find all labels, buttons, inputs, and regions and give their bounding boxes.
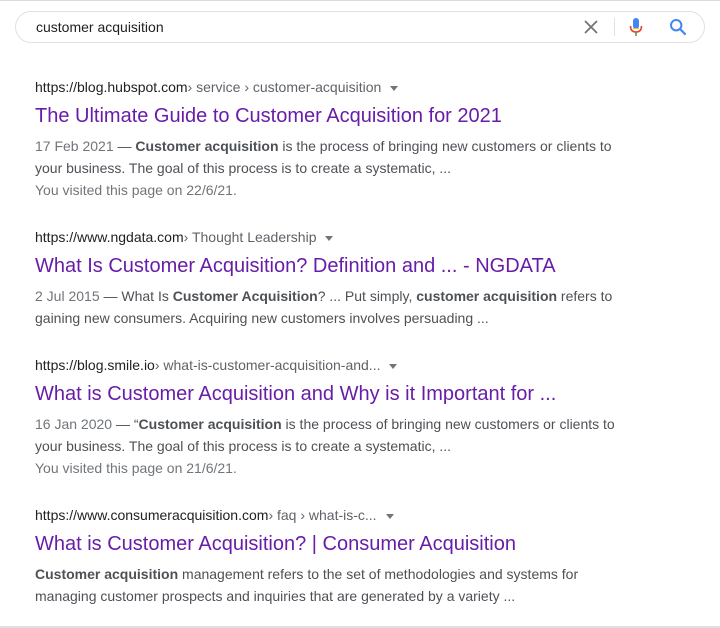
snippet-text: gaining new consumers. Acquiring new cus… [35,310,489,326]
microphone-icon[interactable] [624,15,648,39]
result-domain: https://www.ngdata.com [35,229,184,245]
snippet-text: ? ... Put simply, [317,288,417,304]
result-title-link[interactable]: The Ultimate Guide to Customer Acquisiti… [35,103,635,129]
result-url[interactable]: https://blog.hubspot.com › service › cus… [35,77,635,97]
more-options-arrow-icon[interactable] [389,363,398,369]
snippet-text: What Is [121,288,173,304]
result-title-link[interactable]: What is Customer Acquisition? | Consumer… [35,531,635,557]
snippet-dash: — [113,138,136,154]
snippet-dash: — “ [112,416,139,432]
snippet-text: your business. The goal of this process … [35,160,452,176]
snippet-text: refers to [557,288,613,304]
snippet-highlight: Customer Acquisition [172,288,318,304]
search-result: https://www.consumeracquisition.com › fa… [35,505,635,607]
result-breadcrumb: › faq › what-is-c... [268,507,377,523]
snippet-text: is the process of bringing new customers… [278,138,612,154]
snippet-highlight: Customer acquisition [135,138,279,154]
search-box-divider [614,18,615,36]
snippet-text: management refers to the set of methodol… [178,566,579,582]
result-url[interactable]: https://blog.smile.io › what-is-customer… [35,355,635,375]
result-domain: https://blog.hubspot.com [35,79,188,95]
visited-note: You visited this page on 21/6/21. [35,460,237,476]
result-url[interactable]: https://www.ngdata.com › Thought Leaders… [35,227,635,247]
search-result: https://blog.hubspot.com › service › cus… [35,77,635,201]
snippet-dash: — [99,288,122,304]
result-breadcrumb: › Thought Leadership [183,229,317,245]
more-options-arrow-icon[interactable] [325,235,334,241]
result-breadcrumb: › what-is-customer-acquisition-and... [154,357,381,373]
search-result: https://www.ngdata.com › Thought Leaders… [35,227,635,329]
result-date: 16 Jan 2020 [35,416,113,432]
snippet-text: managing customer prospects and inquirie… [35,588,516,604]
snippet-text: is the process of bringing new customers… [281,416,615,432]
result-date: 2 Jul 2015 [35,288,100,304]
result-domain: https://www.consumeracquisition.com [35,507,269,523]
snippet-highlight: Customer acquisition [35,566,179,582]
result-title-link[interactable]: What is Customer Acquisition and Why is … [35,381,635,407]
result-url[interactable]: https://www.consumeracquisition.com › fa… [35,505,635,525]
snippet-highlight: customer acquisition [416,288,558,304]
result-snippet: Customer acquisition management refers t… [35,563,635,607]
more-options-arrow-icon[interactable] [385,513,394,519]
result-date: 17 Feb 2021 [35,138,114,154]
result-title-link[interactable]: What Is Customer Acquisition? Definition… [35,253,635,279]
close-icon[interactable] [579,15,603,39]
search-result: https://blog.smile.io › what-is-customer… [35,355,635,479]
top-border [0,0,720,1]
snippet-text: your business. The goal of this process … [35,438,452,454]
search-icon[interactable] [666,15,690,39]
result-snippet: 16 Jan 2020 — “Customer acquisition is t… [35,413,635,457]
more-options-arrow-icon[interactable] [390,85,399,91]
result-snippet: 17 Feb 2021 — Customer acquisition is th… [35,135,635,179]
result-domain: https://blog.smile.io [35,357,155,373]
snippet-highlight: Customer acquisition [138,416,282,432]
result-breadcrumb: › service › customer-acquisition [187,79,382,95]
search-box[interactable] [15,11,705,43]
visited-note: You visited this page on 22/6/21. [35,182,237,198]
search-input[interactable] [36,12,556,42]
result-snippet: 2 Jul 2015 — What Is Customer Acquisitio… [35,285,635,329]
